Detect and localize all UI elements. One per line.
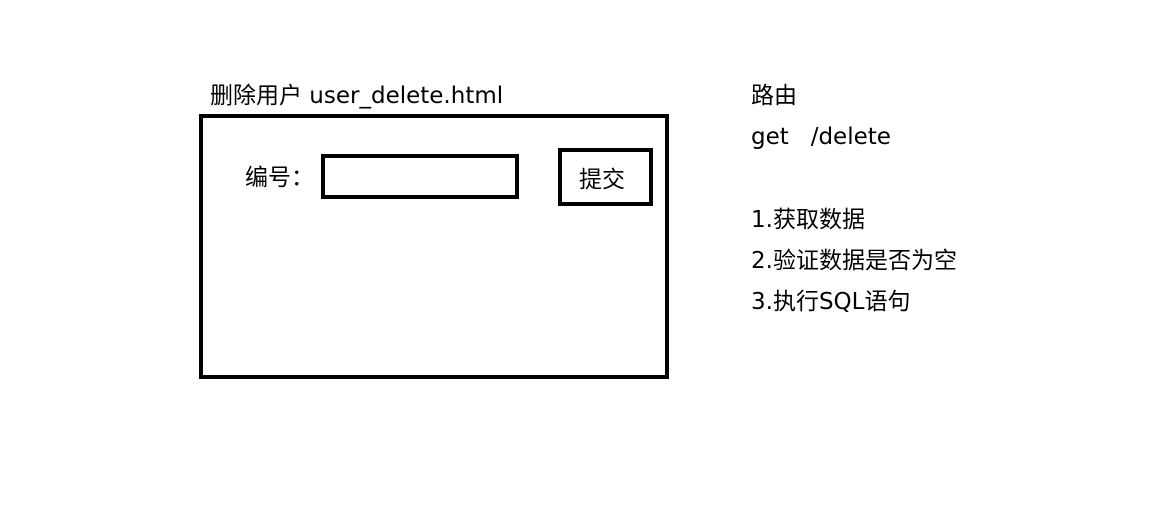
step-item: 3.执行SQL语句	[751, 289, 911, 315]
submit-button[interactable]: 提交	[558, 148, 653, 206]
notes-spacer	[751, 164, 957, 206]
page-caption: 删除用户 user_delete.html	[210, 83, 504, 109]
id-field-label: 编号：	[245, 165, 314, 191]
step-item: 2.验证数据是否为空	[751, 248, 957, 274]
route-heading: 路由	[751, 83, 797, 109]
step-item: 1.获取数据	[751, 207, 865, 233]
id-input[interactable]	[321, 154, 519, 199]
delete-user-page-mockup: 编号： 提交	[199, 114, 669, 379]
route-notes: 路由 get /delete 1.获取数据 2.验证数据是否为空 3.执行SQL…	[751, 82, 957, 329]
submit-button-label: 提交	[579, 167, 625, 193]
route-method-path: get /delete	[751, 124, 891, 150]
